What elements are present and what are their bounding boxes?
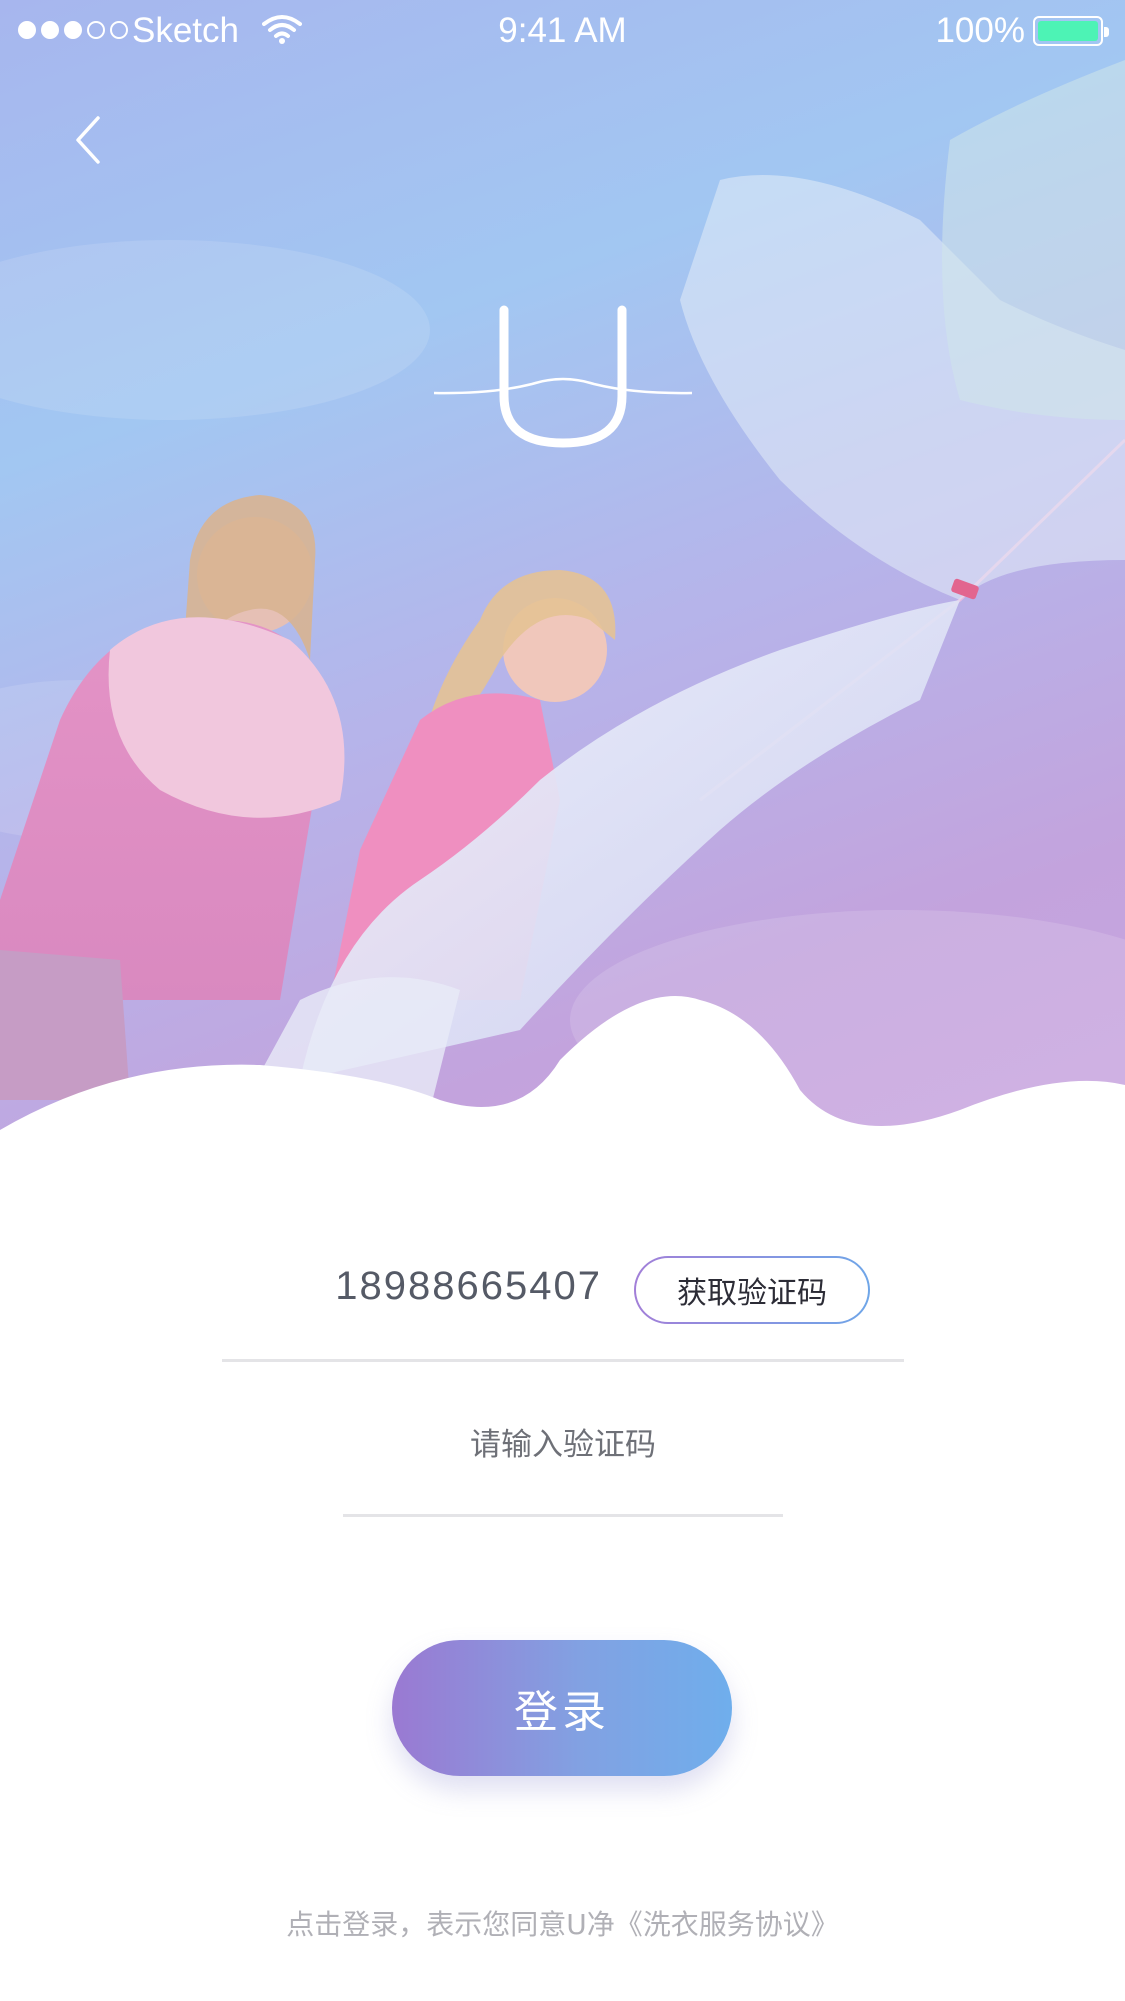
chevron-left-icon <box>76 116 100 164</box>
hero-background <box>0 0 1125 1160</box>
brand-logo: U <box>433 305 693 448</box>
login-screen: Sketch 9:41 AM 100% U 18988665407 获取验证码 <box>0 0 1125 2001</box>
battery-percentage: 100% <box>935 11 1025 50</box>
phone-row: 18988665407 获取验证码 <box>222 1230 904 1360</box>
phone-number-field[interactable]: 18988665407 <box>222 1264 602 1309</box>
battery-icon <box>1033 16 1109 46</box>
agreement-text: 点击登录，表示您同意U净《洗衣服务协议》 <box>0 1903 1125 1943</box>
login-button[interactable]: 登录 <box>392 1640 732 1776</box>
code-divider <box>343 1514 783 1517</box>
phone-divider <box>222 1359 904 1362</box>
hero-photo <box>0 60 1125 1160</box>
get-verification-code-button[interactable]: 获取验证码 <box>634 1256 870 1324</box>
status-bar: Sketch 9:41 AM 100% <box>0 0 1125 62</box>
get-code-label: 获取验证码 <box>636 1258 868 1322</box>
agreement-prefix: 点击登录，表示您同意U净 <box>286 1908 615 1941</box>
service-agreement-link[interactable]: 《洗衣服务协议》 <box>615 1908 839 1941</box>
battery-fill <box>1038 21 1098 41</box>
back-button[interactable] <box>60 110 120 170</box>
verification-code-input[interactable] <box>343 1405 783 1485</box>
